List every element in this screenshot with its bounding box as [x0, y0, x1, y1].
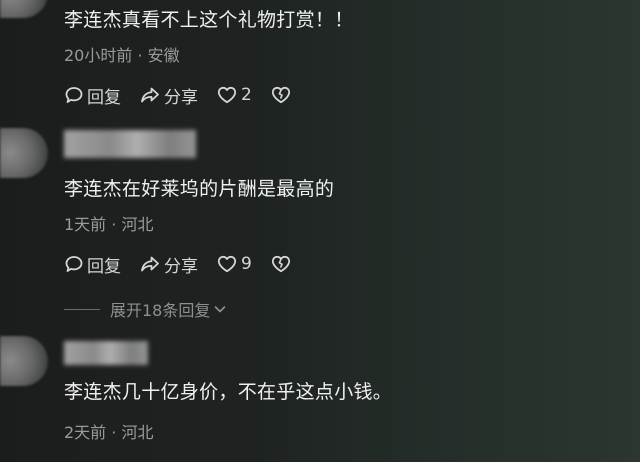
comment-text: 李连杰在好莱坞的片酬是最高的	[64, 178, 335, 200]
comment-time: 2天前	[64, 423, 107, 442]
comment-location: 安徽	[147, 46, 180, 65]
chevron-down-icon	[215, 306, 226, 313]
reply-button[interactable]: 回复	[64, 252, 121, 277]
like-button[interactable]: 2	[216, 85, 252, 105]
share-button[interactable]: 分享	[139, 252, 198, 277]
comment-text: 李连杰几十亿身价，不在乎这点小钱。	[64, 381, 393, 403]
broken-heart-icon	[271, 255, 290, 273]
comment-meta: 20小时前 · 安徽	[64, 42, 180, 66]
meta-separator: ·	[132, 46, 148, 65]
avatar[interactable]	[0, 336, 48, 386]
comment-bubble-icon	[65, 256, 83, 272]
comment-location: 河北	[121, 423, 154, 442]
comment-meta: 2天前 · 河北	[64, 419, 153, 443]
avatar[interactable]	[0, 128, 48, 178]
broken-heart-icon	[271, 86, 290, 104]
reply-label: 回复	[87, 87, 121, 108]
heart-icon	[217, 255, 237, 273]
username-redacted	[64, 130, 196, 158]
comment-actions: 回复 分享 9	[64, 251, 313, 277]
share-arrow-icon	[141, 256, 159, 272]
share-label: 分享	[164, 87, 198, 108]
heart-icon	[217, 86, 237, 104]
comment-time: 20小时前	[64, 46, 133, 65]
comment-location: 河北	[121, 215, 154, 234]
reply-button[interactable]: 回复	[64, 83, 121, 108]
like-button[interactable]: 9	[216, 254, 252, 274]
expand-divider	[64, 308, 100, 310]
dislike-button[interactable]	[270, 254, 295, 274]
like-count: 9	[241, 254, 252, 274]
share-label: 分享	[164, 256, 198, 277]
share-arrow-icon	[141, 87, 159, 103]
dislike-button[interactable]	[270, 85, 295, 105]
share-button[interactable]: 分享	[139, 83, 198, 108]
comment-meta: 1天前 · 河北	[64, 211, 153, 235]
avatar[interactable]	[0, 0, 48, 18]
comment-actions: 回复 分享 2	[64, 82, 313, 108]
meta-separator: ·	[106, 423, 122, 442]
expand-replies-button[interactable]: 展开18条回复	[64, 297, 228, 321]
comment-time: 1天前	[64, 215, 107, 234]
expand-replies-label: 展开18条回复	[110, 301, 211, 320]
meta-separator: ·	[106, 215, 122, 234]
reply-label: 回复	[87, 256, 121, 277]
comment-bubble-icon	[65, 87, 83, 103]
username-redacted	[64, 341, 148, 365]
comment-text: 李连杰真看不上这个礼物打赏！！	[64, 9, 354, 31]
like-count: 2	[241, 85, 252, 105]
